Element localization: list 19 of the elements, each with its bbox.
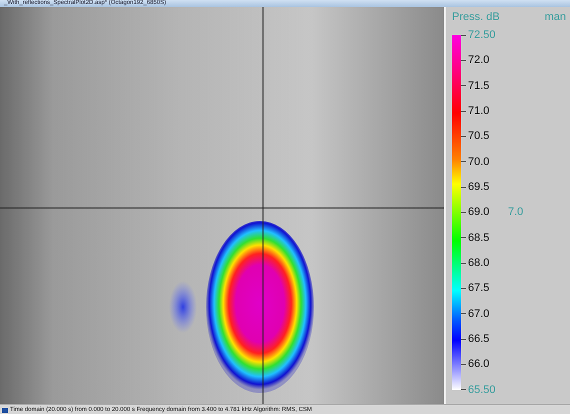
scale-label: 68.0 <box>468 257 490 270</box>
scale-label: 65.50 <box>468 384 497 396</box>
scale-label: 72.0 <box>468 54 490 66</box>
scale-label: 69.5 <box>468 181 490 194</box>
scale-label: 66.0 <box>468 358 490 370</box>
scale-label: 66.5 <box>468 333 490 346</box>
scale-label: 67.5 <box>468 282 490 294</box>
scale-label: 71.5 <box>468 80 490 92</box>
scale-label: 67.0 <box>468 308 490 320</box>
scale-label: 68.5 <box>468 232 490 244</box>
scale-label: 70.0 <box>468 156 490 168</box>
scale-label: 71.0 <box>468 105 490 118</box>
scale-mode: man <box>544 11 566 23</box>
scale-label: 72.50 <box>468 29 497 41</box>
status-icon <box>2 406 8 412</box>
scale-label: 70.5 <box>468 130 490 142</box>
range-label: 7.0 <box>508 206 524 218</box>
legend-title: Press. dB <box>452 11 500 23</box>
scale-label: 69.0 <box>468 206 490 218</box>
